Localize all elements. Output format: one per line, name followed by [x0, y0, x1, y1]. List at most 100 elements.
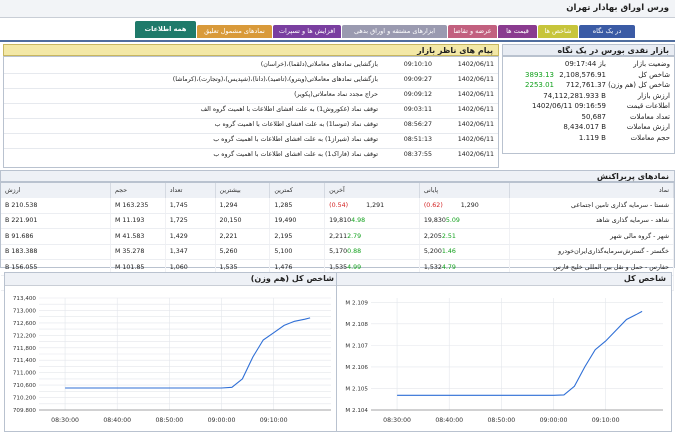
overview-row: شاخص کل (هم وزن) 712,761.37 2253.01	[503, 80, 674, 91]
col-final[interactable]: پایانی	[419, 183, 510, 198]
cell-change: 0.88	[347, 248, 362, 256]
cell-change: 1.46	[441, 248, 456, 256]
tab-all-info[interactable]: همه اطلاعات	[135, 21, 196, 38]
y-tick-label: 711,000	[13, 371, 37, 377]
y-tick-label: 712,200	[13, 333, 37, 339]
col-min[interactable]: کمترین	[269, 183, 326, 198]
cell-value: 1,291	[366, 201, 385, 209]
overview-label: اطلاعات قیمت	[626, 102, 670, 110]
x-tick-label: 09:00:00	[540, 417, 568, 424]
x-tick-label: 08:30:00	[383, 417, 411, 424]
message-row[interactable]: 1402/06/11 09:09:12 حراج مجدد نماد معامل…	[4, 88, 498, 104]
col-last[interactable]: آخرین	[324, 183, 420, 198]
overview-value: باز 09:17:44	[564, 60, 606, 68]
x-tick-label: 08:50:00	[155, 417, 183, 424]
chart-title: شاخص کل (هم وزن)	[250, 274, 334, 283]
tab-prices[interactable]: قیمت ها	[498, 25, 537, 38]
cell-change: 2.79	[347, 232, 362, 240]
col-volume[interactable]: حجم	[110, 183, 166, 198]
cell-value: 1,532	[423, 263, 442, 271]
cell-change: (0.62)	[423, 201, 443, 209]
message-row[interactable]: 1402/06/11 09:09:27 بازگشایی نمادهای معا…	[4, 73, 498, 89]
message-date: 1402/06/11	[457, 121, 494, 128]
cell-change: 4.98	[351, 217, 366, 225]
y-tick-label: 711,800	[13, 346, 37, 352]
impact-header-row: نماد پایانی آخرین کمترین بیشترین تعداد ح…	[1, 183, 675, 198]
message-row[interactable]: 1402/06/11 09:10:10 بازگشایی نمادهای معا…	[4, 58, 498, 74]
chart-header: شاخص کل	[337, 273, 671, 286]
cell-last: 19,8104.98	[324, 213, 420, 229]
y-tick-label: 713,000	[13, 308, 37, 314]
tab-increases[interactable]: افزایش ها و تسپرات	[273, 25, 341, 38]
message-row[interactable]: 1402/06/11 08:56:27 توقف نماد (تنوسا1) ب…	[4, 118, 498, 134]
cell-change: (0.54)	[329, 201, 349, 209]
page-header: ورس اوراق بهادار تهران	[0, 0, 675, 18]
impact-row[interactable]: شاهد - سرمایه گذاری شاهد 19,8305.09 19,810…	[1, 213, 675, 229]
message-text: توقف نماد (تنوسا1) به علت افشای اطلاعات …	[214, 121, 378, 128]
tab-overview[interactable]: در یک نگاه	[579, 25, 635, 38]
cell-value: 221.901 B	[1, 213, 111, 229]
cell-value: 19,830	[423, 217, 446, 225]
overview-row: تعداد معاملات 50,687	[503, 112, 674, 123]
message-text: بازگشایی نمادهای معاملاتی(ویترو)،(تاصید)…	[172, 76, 378, 83]
message-row[interactable]: 1402/06/11 08:37:55 توقف نماد (فاراک1) ب…	[4, 148, 498, 163]
col-count[interactable]: تعداد	[165, 183, 216, 198]
message-time: 08:56:27	[403, 121, 432, 128]
overview-change: 3893.13	[525, 70, 554, 79]
impact-row[interactable]: شهر - گروه مالی شهر 2,2052.51 2,2112.79 2,1…	[1, 228, 675, 245]
impact-title: نمادهای پربراکنش	[0, 170, 675, 182]
impact-symbols-panel: نمادهای پربراکنش نماد پایانی آخرین کمتری…	[0, 170, 675, 291]
cell-symbol: شاهد - سرمایه گذاری شاهد	[509, 213, 675, 229]
y-tick-label: M 2.108	[345, 322, 368, 328]
y-tick-label: 711,400	[13, 358, 37, 364]
cell-value: 91.686 B	[1, 228, 111, 245]
col-max[interactable]: بیشترین	[215, 183, 271, 198]
x-tick-label: 08:40:00	[435, 417, 463, 424]
cell-count: 1,745	[165, 198, 216, 214]
message-row[interactable]: 1402/06/11 08:51:13 توقف نماد (شیراز1) ب…	[4, 133, 498, 149]
overview-row: وضعیت بازار باز 09:17:44	[503, 59, 674, 70]
market-overview-title: بازار نقدی بورس در یک نگاه	[502, 44, 675, 56]
impact-row[interactable]: خگستر - گسترش‌سرمایه‌گذاری‌ایران‌خودرو 5,…	[1, 244, 675, 260]
x-tick-label: 08:50:00	[487, 417, 515, 424]
message-date: 1402/06/11	[457, 76, 494, 83]
message-row[interactable]: 1402/06/11 09:03:11 توقف نماد (غکوروش1) …	[4, 103, 498, 119]
x-tick-label: 09:00:00	[208, 417, 236, 424]
impact-row[interactable]: شستا - سرمایه گذاری تامین اجتماعی 1,290 (0…	[1, 198, 675, 214]
overview-label: وضعیت بازار	[633, 60, 670, 68]
tab-supply-demand[interactable]: عرضه و تقاضا	[448, 25, 497, 38]
y-tick-label: 710.200	[13, 396, 37, 402]
overview-value: 50,687	[581, 112, 607, 121]
cell-last: 1,291 (0.54)	[324, 198, 420, 214]
overview-row: اطلاعات قیمت 1402/06/11 09:16:59	[503, 101, 674, 112]
cell-count: 1,429	[165, 228, 216, 245]
y-tick-label: M 2.109	[345, 300, 368, 306]
y-tick-label: 713,400	[13, 296, 37, 302]
cell-volume: 163.235 M	[110, 198, 166, 214]
overview-row: حجم معاملات 1.119 B	[503, 133, 674, 144]
tab-derivatives[interactable]: ابزارهای مشتقه و اوراق بدهی	[342, 25, 447, 38]
cell-value: 19,810	[329, 217, 352, 225]
message-date: 1402/06/11	[457, 136, 494, 143]
cell-min: 5,100	[269, 244, 326, 260]
overview-label: تعداد معاملات	[629, 112, 670, 121]
cell-final: 1,290 (0.62)	[419, 198, 510, 214]
col-symbol[interactable]: نماد	[509, 183, 675, 198]
cell-change: 4.99	[347, 263, 362, 271]
y-tick-label: 709.800	[13, 408, 37, 414]
overview-label: حجم معاملات	[630, 133, 670, 142]
message-date: 1402/06/11	[457, 151, 494, 158]
equal-weight-index-chart: شاخص کل (هم وزن) 709.800 710.200 710,600 71…	[4, 272, 340, 432]
cell-min: 2,195	[269, 228, 326, 245]
cell-max: 5,260	[215, 244, 271, 260]
cell-change: 2.51	[441, 232, 456, 240]
col-value[interactable]: ارزش	[1, 183, 111, 198]
cell-symbol: خگستر - گسترش‌سرمایه‌گذاری‌ایران‌خودرو	[509, 244, 675, 260]
tab-indices[interactable]: شاخص ها	[538, 25, 578, 38]
message-text: بازگشایی نمادهای معاملاتی(دلقما)،(خراسان…	[260, 61, 378, 68]
overview-label: ارزش بازار	[637, 91, 670, 100]
message-text: حراج مجدد نماد معاملاتی(پکویر)	[294, 91, 378, 98]
tab-suspended[interactable]: نمادهای مشمول تعلیق	[197, 25, 272, 38]
y-tick-label: M 2.104	[345, 408, 368, 414]
cell-value: 1,535	[329, 263, 348, 271]
